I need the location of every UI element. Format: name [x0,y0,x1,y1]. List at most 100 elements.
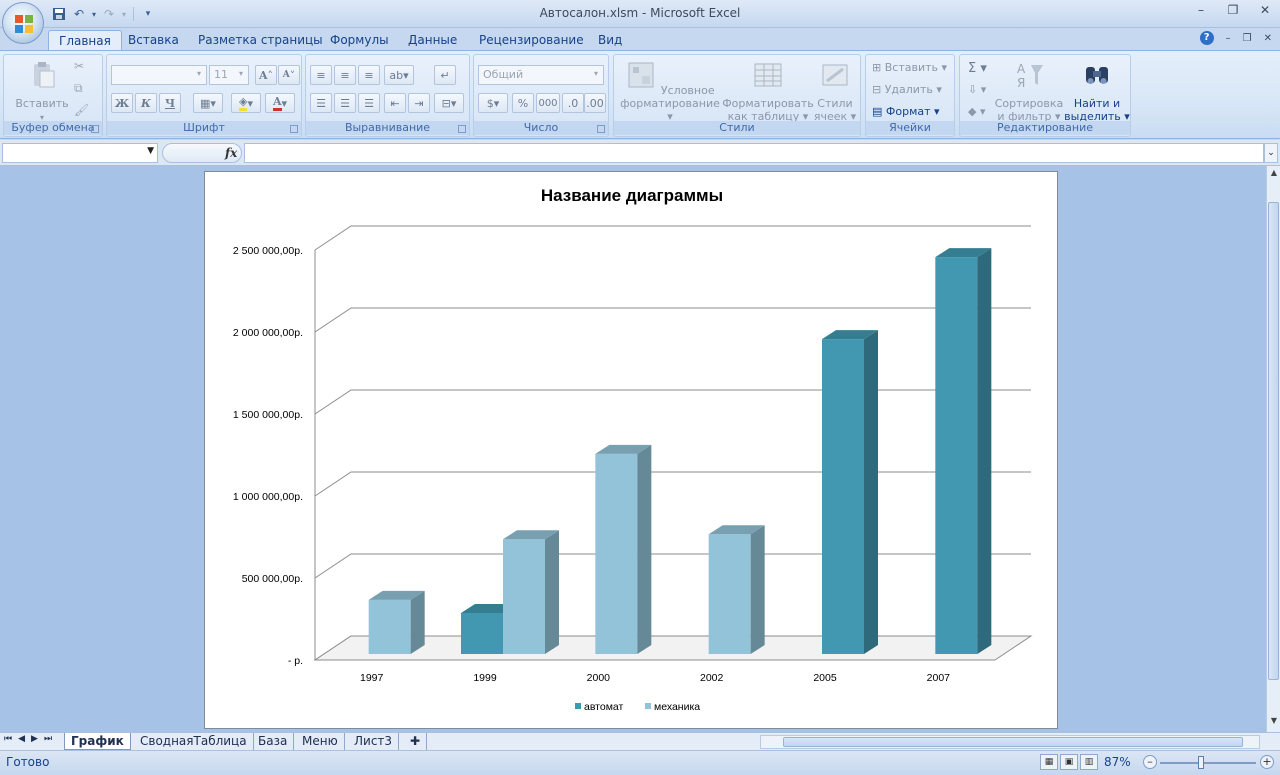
zoom-level[interactable]: 87% [1104,755,1131,769]
bar[interactable] [708,525,765,654]
align-left-button[interactable]: ☰ [310,93,332,113]
cell-styles-button[interactable]: Стили ячеек ▾ [812,59,858,123]
workbook-restore-icon[interactable]: ❐ [1243,33,1252,44]
tab-page-layout[interactable]: Разметка страницы [188,30,333,51]
format-cells-button[interactable]: ▤ Формат ▾ [872,105,940,118]
zoom-in-icon[interactable]: + [1260,755,1274,769]
currency-format-button[interactable]: $▾ [478,93,508,113]
sort-filter-button[interactable]: АЯ Сортировка и фильтр ▾ [994,59,1064,123]
font-size-dropdown-icon[interactable]: ▾ [239,69,243,78]
first-sheet-icon[interactable]: ⏮ [4,734,12,744]
chart-legend[interactable]: автомат механика [575,701,700,713]
number-format-select[interactable]: Общий [478,65,604,85]
vertical-scrollbar[interactable]: ▲ ▼ [1266,166,1280,732]
zoom-slider-thumb[interactable] [1198,756,1204,769]
decrease-decimal-button[interactable]: .00 [584,93,606,113]
zoom-out-icon[interactable]: – [1143,755,1157,769]
bold-button[interactable]: Ж [111,93,133,113]
chart-title[interactable]: Название диаграммы [541,186,723,205]
tab-data[interactable]: Данные [398,30,467,51]
bar[interactable] [935,248,992,654]
wrap-text-button[interactable]: ↵ [434,65,456,85]
tab-home[interactable]: Главная [48,30,122,51]
name-box[interactable]: ▼ [2,143,158,163]
bar[interactable] [595,444,652,654]
horizontal-scrollbar[interactable] [760,735,1260,749]
next-sheet-icon[interactable]: ▶ [31,734,38,744]
last-sheet-icon[interactable]: ⏭ [44,734,52,744]
bar[interactable] [368,590,425,654]
align-top-button[interactable]: ≡ [310,65,332,85]
shrink-font-button[interactable]: A ˅ [278,65,300,85]
align-right-button[interactable]: ☰ [358,93,380,113]
scroll-down-icon[interactable]: ▼ [1268,716,1280,730]
align-middle-button[interactable]: ≡ [334,65,356,85]
delete-cells-button[interactable]: ⊟ Удалить ▾ [872,83,942,96]
sheet-tab-baza[interactable]: База [252,733,295,750]
font-name-dropdown-icon[interactable]: ▾ [197,69,201,78]
autosum-button[interactable]: Σ ▾ [968,61,987,76]
increase-indent-button[interactable]: ⇥ [408,93,430,113]
percent-button[interactable]: % [512,93,534,113]
alignment-launcher-icon[interactable] [458,125,466,133]
number-format-dropdown-icon[interactable]: ▾ [594,69,598,78]
fill-button[interactable]: ⇩ ▾ [968,83,986,96]
tab-review[interactable]: Рецензирование [469,30,594,51]
copy-icon[interactable]: ⧉ [74,81,83,96]
font-launcher-icon[interactable] [290,125,298,133]
merge-center-button[interactable]: ⊟▾ [434,93,464,113]
number-launcher-icon[interactable] [597,125,605,133]
decrease-indent-button[interactable]: ⇤ [384,93,406,113]
zoom-slider[interactable] [1160,762,1256,764]
clear-button[interactable]: ◆ ▾ [968,105,986,118]
orientation-button[interactable]: ab▾ [384,65,414,85]
align-bottom-button[interactable]: ≡ [358,65,380,85]
font-name-select[interactable] [111,65,207,85]
borders-button[interactable]: ▦▾ [193,93,223,113]
new-sheet-icon[interactable]: ✚ [404,733,428,750]
insert-function-button[interactable]: fx [162,143,242,163]
format-as-table-button[interactable]: Форматировать как таблицу ▾ [722,59,814,123]
name-box-dropdown-icon[interactable]: ▼ [147,146,154,156]
conditional-formatting-button[interactable]: Условное форматирование ▾ [618,59,722,123]
thousands-button[interactable]: 000 [536,93,560,113]
vertical-scroll-thumb[interactable] [1268,202,1279,680]
clipboard-launcher-icon[interactable] [91,125,99,133]
sheet-tab-list3[interactable]: Лист3 [348,733,400,750]
tab-formulas[interactable]: Формулы [320,30,399,51]
increase-decimal-button[interactable]: .0 [562,93,584,113]
page-layout-view-icon[interactable]: ▣ [1060,754,1078,770]
formula-input[interactable] [244,143,1264,163]
underline-button[interactable]: Ч [159,93,181,113]
cut-icon[interactable]: ✂ [74,59,84,73]
align-center-button[interactable]: ☰ [334,93,356,113]
office-button[interactable] [2,2,44,44]
scroll-up-icon[interactable]: ▲ [1268,168,1280,182]
close-icon[interactable]: ✕ [1256,3,1274,17]
sheet-tab-grafik[interactable]: График [64,733,131,750]
paste-button[interactable]: Вставить ▾ [12,59,72,124]
tab-insert[interactable]: Вставка [118,30,189,51]
fill-color-button[interactable]: ◈ ▾ [231,93,261,113]
find-select-button[interactable]: Найти и выделить ▾ [1064,59,1130,123]
font-color-button[interactable]: A ▾ [265,93,295,113]
sheet-tab-pivot[interactable]: СводнаяТаблица [134,733,254,750]
normal-view-icon[interactable]: ▦ [1040,754,1058,770]
sheet-tab-menu[interactable]: Меню [296,733,345,750]
expand-formula-bar-icon[interactable]: ⌄ [1264,143,1278,163]
prev-sheet-icon[interactable]: ◀ [18,734,25,744]
insert-cells-button[interactable]: ⊞ Вставить ▾ [872,61,947,74]
page-break-view-icon[interactable]: ▥ [1080,754,1098,770]
minimize-icon[interactable]: – [1192,3,1210,17]
workbook-close-icon[interactable]: ✕ [1264,33,1272,44]
help-icon[interactable]: ? [1199,31,1214,45]
tab-view[interactable]: Вид [588,30,632,51]
bar[interactable] [822,330,878,654]
workbook-minimize-icon[interactable]: – [1226,33,1231,44]
grow-font-button[interactable]: A ˄ [255,65,277,85]
italic-button[interactable]: К [135,93,157,113]
format-painter-icon[interactable]: 🖌 [74,103,89,117]
chart[interactable]: Название диаграммы 2 500 000,00р. 2 000 0… [204,171,1058,729]
horizontal-scroll-thumb[interactable] [783,737,1243,747]
restore-icon[interactable]: ❐ [1224,3,1242,17]
